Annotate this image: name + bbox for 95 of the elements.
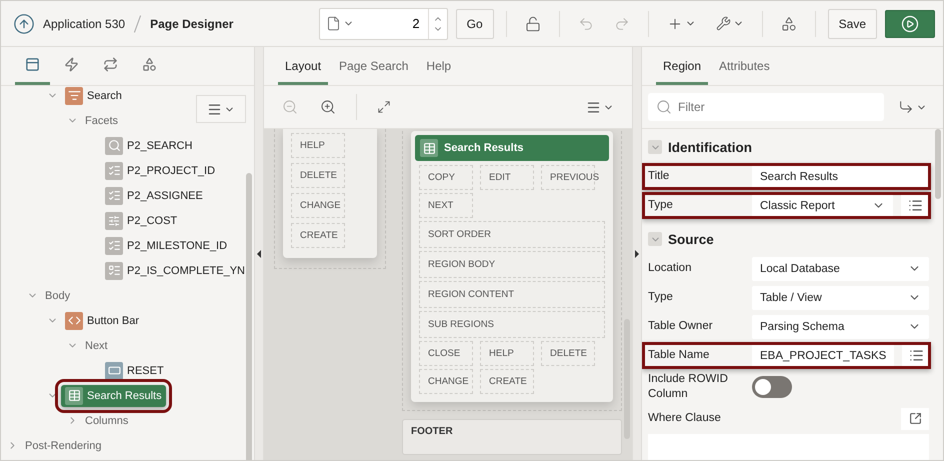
menu-button[interactable]	[196, 95, 246, 123]
list-icon[interactable]	[901, 194, 929, 218]
property-label: Table Owner	[648, 319, 714, 334]
tree-node[interactable]: Facets	[81, 112, 122, 128]
checklist-icon	[105, 186, 123, 204]
scrollbar[interactable]	[246, 173, 252, 460]
run-button[interactable]	[885, 10, 935, 38]
toggle-switch[interactable]	[752, 376, 792, 398]
page-selector[interactable]: 2	[318, 8, 448, 40]
region-position[interactable]: SUB REGIONS	[419, 311, 605, 338]
region-title: Search Results	[444, 142, 524, 154]
tree-node[interactable]: P2_COST	[101, 210, 182, 232]
region-card[interactable]: HELP DELETE CHANGE CREATE	[283, 129, 377, 258]
tree-node[interactable]: P2_MILESTONE_ID	[101, 234, 232, 256]
button-position[interactable]: CHANGE	[291, 193, 345, 218]
text-field[interactable]: Search Results	[752, 164, 929, 188]
select-field[interactable]: Parsing Schema	[752, 314, 929, 338]
button-position[interactable]: HELP	[480, 341, 534, 366]
loop-icon	[103, 57, 118, 72]
button-position[interactable]: NEXT	[419, 193, 473, 218]
collapse-icon[interactable]	[648, 232, 662, 246]
group-title: Source	[668, 232, 714, 246]
page-icon	[326, 16, 341, 31]
region-position[interactable]: REGION BODY	[419, 251, 605, 278]
button-position[interactable]: COPY	[419, 165, 473, 190]
property-label: Type	[648, 290, 674, 305]
radio-list-icon	[105, 262, 123, 280]
checklist-icon	[105, 162, 123, 180]
open-editor-icon[interactable]	[901, 408, 929, 430]
property-label: Location	[648, 261, 692, 276]
go-button[interactable]: Go	[456, 8, 494, 38]
footer-position[interactable]: FOOTER	[402, 419, 622, 455]
property-label: Title	[648, 169, 670, 184]
property-label: Where Clause	[648, 411, 722, 426]
button-position[interactable]: HELP	[291, 133, 345, 158]
tab[interactable]: Help	[419, 47, 458, 85]
property-label: Type	[648, 198, 674, 213]
turn-arrow-icon	[898, 99, 914, 115]
checklist-icon	[105, 236, 123, 254]
menu-icon	[586, 100, 601, 114]
list-icon[interactable]	[902, 344, 930, 368]
filter-icon	[65, 86, 83, 104]
tree-node[interactable]: Columns	[81, 412, 132, 428]
save-button[interactable]: Save	[828, 8, 877, 38]
scrollbar[interactable]	[935, 129, 941, 199]
region-card[interactable]: Search Results COPY EDIT PREVIOUS NEXT SORT ORDER REGION BODY REGION CONTENT SUB REGIONS CLOSE HELP DELETE CHANGE CREATE	[411, 131, 613, 402]
button-position[interactable]: EDIT	[480, 165, 534, 190]
sliders-icon	[105, 212, 123, 230]
select-field[interactable]: Table / View	[752, 286, 929, 310]
table-icon	[65, 386, 83, 404]
button-position[interactable]: CHANGE	[419, 369, 473, 394]
menu-icon	[207, 102, 222, 116]
tree-node[interactable]: Body	[41, 288, 74, 304]
button-icon	[105, 362, 123, 380]
page-number-field[interactable]: 2	[360, 15, 428, 32]
tree-node[interactable]: Search	[61, 84, 126, 106]
code-icon	[65, 312, 83, 330]
button-position[interactable]: CREATE	[291, 223, 345, 248]
button-position[interactable]: CREATE	[480, 369, 534, 394]
table-icon	[420, 139, 438, 157]
button-position[interactable]: DELETE	[291, 163, 345, 188]
search-icon	[656, 99, 672, 115]
tree-node[interactable]: Search Results	[61, 384, 166, 406]
tree-node[interactable]: P2_ASSIGNEE	[101, 184, 207, 206]
button-position[interactable]: CLOSE	[419, 341, 473, 366]
search-icon	[105, 136, 123, 154]
tree-node[interactable]: P2_SEARCH	[101, 134, 196, 156]
application-link[interactable]: Application 530	[43, 16, 126, 30]
play-icon	[901, 14, 919, 32]
button-position[interactable]: DELETE	[541, 341, 595, 366]
wrench-icon	[716, 16, 731, 31]
select-field[interactable]: Local Database	[752, 256, 929, 280]
shapes-icon	[142, 57, 157, 72]
property-label: Include ROWID Column	[648, 372, 729, 402]
collapse-icon[interactable]	[648, 140, 662, 154]
page-title: Page Designer	[150, 16, 234, 30]
layout-icon	[25, 57, 40, 72]
region-position[interactable]: REGION CONTENT	[419, 281, 605, 308]
tree-node[interactable]: Post-Rendering	[21, 438, 106, 454]
filter-field[interactable]: Filter	[648, 93, 884, 121]
tree-node[interactable]: Button Bar	[61, 310, 143, 332]
property-label: Table Name	[648, 348, 710, 363]
tab[interactable]: Page Search	[332, 47, 416, 85]
lightning-icon	[64, 57, 79, 72]
select-field[interactable]: Classic Report	[752, 194, 893, 218]
tab[interactable]: Layout	[278, 47, 328, 85]
tree-node[interactable]: RESET	[101, 360, 168, 382]
tab[interactable]: Region	[656, 47, 708, 85]
tree-node[interactable]: P2_IS_COMPLETE_YN	[101, 260, 249, 282]
tree-node[interactable]: Next	[81, 338, 112, 354]
tree-node[interactable]: P2_PROJECT_ID	[101, 160, 220, 182]
text-field[interactable]: EBA_PROJECT_TASKS	[752, 344, 894, 368]
region-position[interactable]: SORT ORDER	[419, 221, 605, 248]
group-title: Identification	[668, 140, 752, 154]
tab[interactable]: Attributes	[712, 47, 777, 85]
